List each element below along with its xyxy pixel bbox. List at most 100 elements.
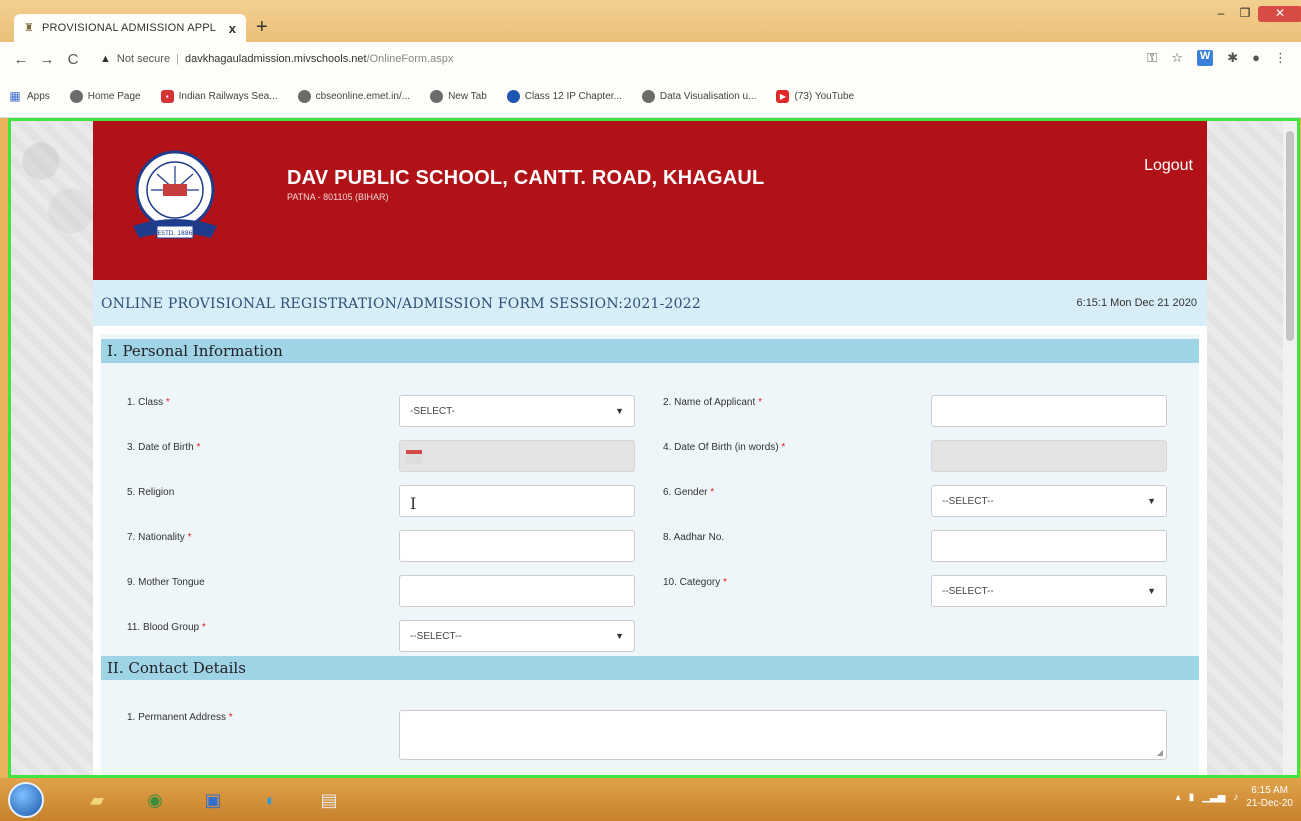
permanent-address-textarea[interactable]: ◢: [399, 710, 1167, 760]
windows-start-button[interactable]: [8, 782, 44, 818]
reload-icon[interactable]: C: [60, 51, 86, 68]
religion-input[interactable]: I: [399, 485, 635, 517]
gender-select[interactable]: --SELECT-- ▼: [931, 485, 1167, 517]
apps-grid-icon: ▦: [9, 89, 21, 103]
form-heading-bar: ONLINE PROVISIONAL REGISTRATION/ADMISSIO…: [93, 280, 1207, 326]
nationality-label: 7. Nationality *: [127, 532, 192, 543]
bookmark-label: Data Visualisation u...: [659, 91, 757, 102]
clock-time: 6:15 AM: [1251, 785, 1288, 796]
bookmark-data-visualisation[interactable]: Data Visualisation u...: [641, 90, 757, 103]
app-user-icon[interactable]: ▣: [196, 784, 230, 816]
bookmark-youtube[interactable]: ▶ (73) YouTube: [776, 90, 854, 103]
chevron-down-icon: ▼: [615, 631, 624, 641]
gender-label: 6. Gender *: [663, 487, 714, 498]
globe-icon: [69, 90, 83, 103]
label-text: 7. Nationality: [127, 532, 185, 543]
word-extension-icon[interactable]: W: [1196, 50, 1214, 66]
profile-avatar-icon[interactable]: ●: [1252, 50, 1260, 66]
date-of-birth-input[interactable]: [399, 440, 635, 472]
puzzle-extensions-icon[interactable]: ✱: [1227, 50, 1238, 66]
scrollbar-thumb[interactable]: [1286, 131, 1294, 341]
mother-tongue-input[interactable]: [399, 575, 635, 607]
required-mark: *: [228, 712, 233, 723]
bookmark-class12-ip[interactable]: Class 12 IP Chapter...: [506, 90, 622, 103]
aadhar-input[interactable]: [931, 530, 1167, 562]
calendar-icon[interactable]: [406, 450, 422, 464]
page-scrollbar[interactable]: [1283, 121, 1297, 775]
date-of-birth-label: 3. Date of Birth *: [127, 442, 200, 453]
bookmark-apps[interactable]: ▦ Apps: [8, 89, 50, 103]
school-logo-icon: ESTD. 1886: [133, 150, 217, 239]
bookmarks-bar: ▦ Apps Home Page ▪ Indian Railways Sea... …: [0, 76, 1301, 118]
system-tray: ▴ ▮ ▁▃▅ ♪ 6:15 AM 21-Dec-20: [1176, 784, 1293, 810]
label-text: 9. Mother Tongue: [127, 577, 205, 588]
required-mark: *: [758, 397, 762, 408]
bookmark-home-page[interactable]: Home Page: [69, 90, 141, 103]
browser-tab[interactable]: ♜ PROVISIONAL ADMISSION APPL x: [14, 14, 246, 42]
url-host: davkhagauladmission.mivschools.net: [184, 53, 367, 65]
globe-icon: [641, 90, 655, 103]
logout-link[interactable]: Logout: [1144, 157, 1193, 175]
dob-in-words-label: 4. Date Of Birth (in words) *: [663, 442, 785, 453]
toolbar-icons: ⚿ ☆ W ✱ ● ⋮: [1147, 50, 1287, 66]
url-field[interactable]: ▲ Not secure | davkhagauladmission.mivsc…: [100, 48, 1100, 70]
name-of-applicant-label: 2. Name of Applicant *: [663, 397, 762, 408]
star-bookmark-icon[interactable]: ☆: [1171, 50, 1183, 66]
class-label: 1. Class *: [127, 397, 170, 408]
class-selected-value: -SELECT-: [410, 405, 456, 417]
label-text: 5. Religion: [127, 487, 175, 498]
warning-icon: ▲: [100, 53, 111, 65]
tray-arrow-icon[interactable]: ▴: [1176, 792, 1181, 803]
label-text: 8. Aadhar No.: [663, 532, 725, 543]
resize-grip-icon[interactable]: ◢: [1157, 748, 1163, 757]
name-of-applicant-input[interactable]: [931, 395, 1167, 427]
signal-icon[interactable]: ▁▃▅: [1202, 792, 1225, 803]
chevron-down-icon: ▼: [615, 406, 624, 416]
file-explorer-icon[interactable]: ▰: [80, 784, 114, 816]
dob-in-words-input: [931, 440, 1167, 472]
chrome-icon[interactable]: ◉: [138, 784, 172, 816]
timestamp: 6:15:1 Mon Dec 21 2020: [1076, 297, 1197, 309]
nationality-input[interactable]: [399, 530, 635, 562]
category-select[interactable]: --SELECT-- ▼: [931, 575, 1167, 607]
logo-estd-text: ESTD. 1886: [158, 230, 193, 237]
chevron-down-icon: ▼: [1147, 586, 1156, 596]
taskbar-clock[interactable]: 6:15 AM 21-Dec-20: [1246, 784, 1293, 810]
tab-title: PROVISIONAL ADMISSION APPL: [42, 22, 217, 34]
bookmark-indian-railways[interactable]: ▪ Indian Railways Sea...: [160, 90, 278, 103]
globe-icon: [430, 90, 444, 103]
label-text: 1. Class: [127, 397, 164, 408]
volume-icon[interactable]: ♪: [1233, 792, 1238, 803]
label-text: 6. Gender: [663, 487, 708, 498]
maximize-icon[interactable]: ❐: [1234, 6, 1256, 22]
tab-close-icon[interactable]: x: [229, 21, 236, 36]
class-select[interactable]: -SELECT- ▼: [399, 395, 635, 427]
bookmark-label: Apps: [27, 91, 50, 102]
not-secure-label: Not secure: [116, 53, 171, 65]
dark-circle-icon: [506, 90, 520, 103]
blood-group-select[interactable]: --SELECT-- ▼: [399, 620, 635, 652]
required-mark: *: [196, 442, 201, 453]
chevron-down-icon: ▼: [1147, 496, 1156, 506]
bookmark-new-tab[interactable]: New Tab: [430, 90, 487, 103]
globe-icon: [297, 90, 311, 103]
back-arrow-icon[interactable]: ←: [8, 51, 34, 68]
edge-icon[interactable]: ◐: [254, 784, 288, 816]
school-header: ESTD. 1886 DAV PUBLIC SCHOOL, CANTT. ROA…: [93, 121, 1207, 280]
forward-arrow-icon[interactable]: →: [34, 51, 60, 68]
network-icon[interactable]: ▮: [1189, 792, 1195, 803]
bookmark-cbseonline[interactable]: cbseonline.emet.in/...: [297, 90, 410, 103]
key-icon[interactable]: ⚿: [1147, 50, 1157, 66]
category-label: 10. Category *: [663, 577, 727, 588]
required-mark: *: [781, 442, 786, 453]
window-app-icon[interactable]: ▤: [312, 784, 346, 816]
close-window-icon[interactable]: ✕: [1258, 6, 1301, 22]
form-page: ESTD. 1886 DAV PUBLIC SCHOOL, CANTT. ROA…: [93, 121, 1207, 775]
required-mark: *: [710, 487, 715, 498]
new-tab-button[interactable]: +: [256, 16, 268, 39]
kebab-menu-icon[interactable]: ⋮: [1274, 50, 1287, 66]
label-text: 1. Permanent Address: [127, 712, 226, 723]
bookmark-label: Home Page: [87, 91, 141, 102]
minimize-icon[interactable]: –: [1210, 6, 1232, 22]
school-address: PATNA - 801105 (BIHAR): [287, 192, 389, 202]
